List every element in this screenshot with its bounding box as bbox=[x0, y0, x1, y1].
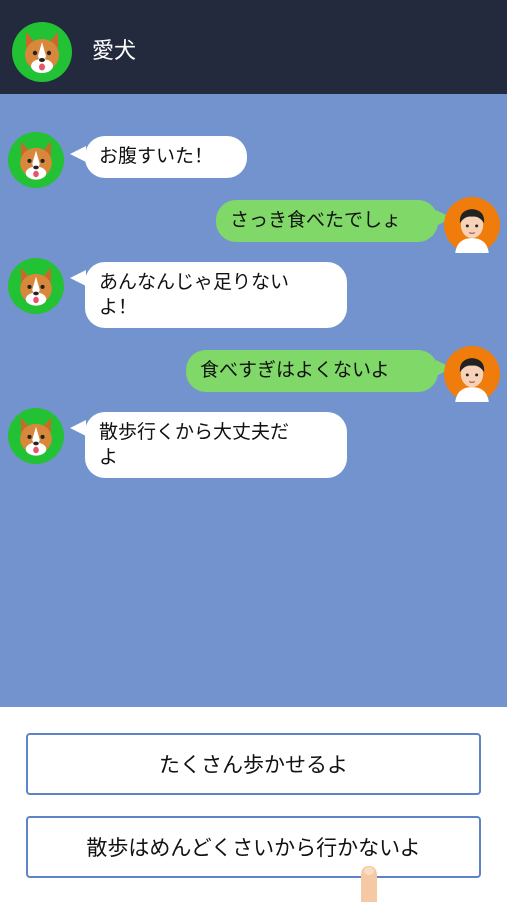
tap-finger-icon bbox=[361, 866, 377, 902]
message-bubble-outgoing: 食べすぎはよくないよ bbox=[186, 350, 438, 392]
corgi-dog-avatar-icon bbox=[12, 22, 72, 82]
corgi-dog-avatar-icon bbox=[8, 132, 64, 188]
chat-header: 愛犬 bbox=[0, 0, 507, 94]
chat-title: 愛犬 bbox=[92, 39, 137, 64]
message-bubble-incoming: 散歩行くから大丈夫だ よ bbox=[85, 412, 347, 478]
user-avatar-icon bbox=[444, 197, 500, 253]
corgi-dog-avatar-icon bbox=[8, 258, 64, 314]
bubble-tail bbox=[70, 146, 86, 162]
reply-choice-button[interactable]: たくさん歩かせるよ bbox=[26, 733, 481, 795]
message-bubble-outgoing: さっき食べたでしょ bbox=[216, 200, 438, 242]
user-avatar-icon bbox=[444, 346, 500, 402]
message-bubble-incoming: お腹すいた！ bbox=[85, 136, 247, 178]
bubble-tail bbox=[70, 420, 86, 436]
message-bubble-incoming: あんなんじゃ足りない よ！ bbox=[85, 262, 347, 328]
chat-area: お腹すいた！ さっき食べたでしょ あんなんじゃ足りない よ！ 食べすぎはよくない… bbox=[0, 94, 507, 707]
bubble-tail bbox=[70, 270, 86, 286]
reply-choice-button[interactable]: 散歩はめんどくさいから行かないよ bbox=[26, 816, 481, 878]
reply-choices-panel: たくさん歩かせるよ 散歩はめんどくさいから行かないよ bbox=[0, 707, 507, 900]
corgi-dog-avatar-icon bbox=[8, 408, 64, 464]
